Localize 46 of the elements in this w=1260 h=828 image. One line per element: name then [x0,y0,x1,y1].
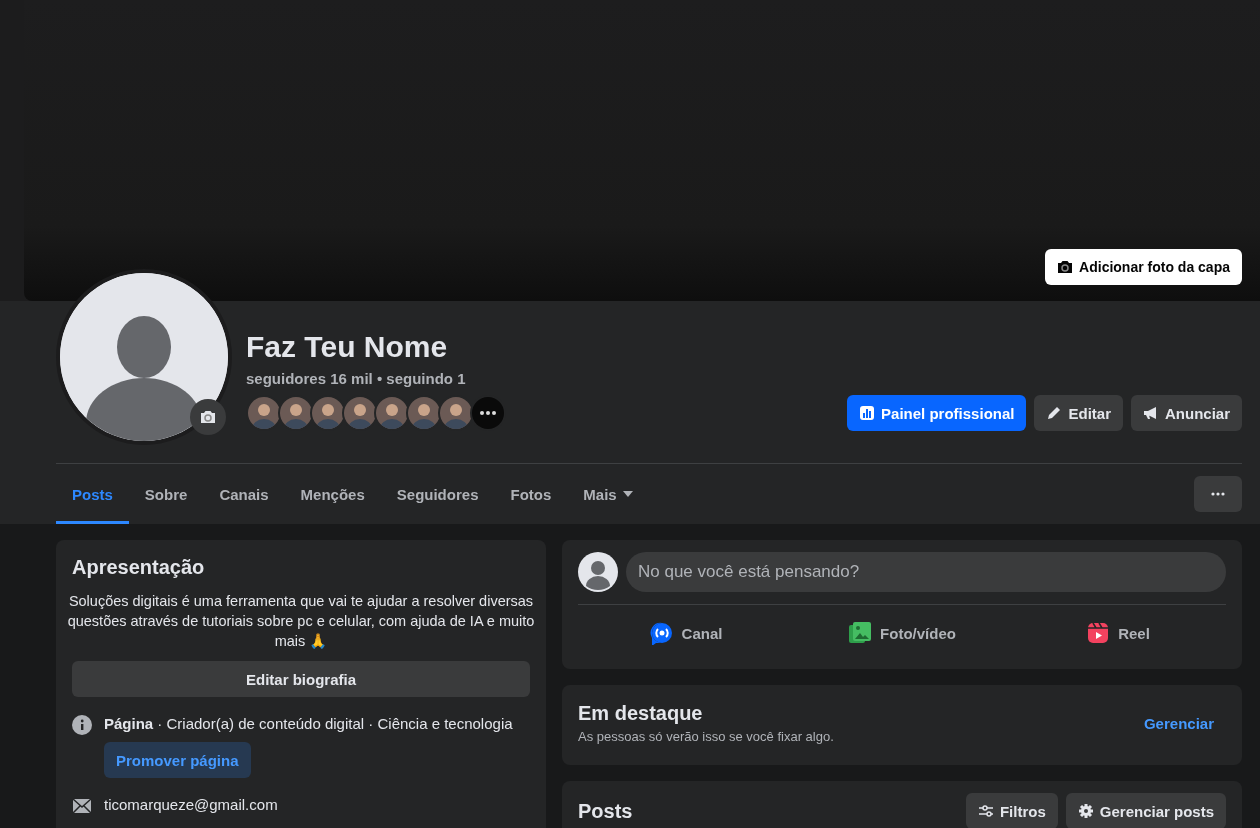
reel-icon [1086,621,1111,645]
featured-title: Em destaque [578,702,704,725]
profile-tab[interactable]: Posts [56,464,129,524]
profile-action-button[interactable]: Editar [1034,395,1123,431]
filter-icon [977,803,994,819]
promote-page-button[interactable]: Promover página [104,742,251,778]
profile-tab[interactable]: Menções [284,464,381,524]
info-icon [72,715,92,735]
posts-tool-button[interactable]: Filtros [965,793,1058,828]
detail-text: Página · Criador(a) de conteúdo digital · Ciência e tecnologia [104,715,513,732]
composer-action-button[interactable]: Foto/vídeo [794,613,1010,653]
profile-action-button[interactable]: Painel profissional [847,395,1027,431]
profile-tab[interactable]: Sobre [128,464,204,524]
profile-tab[interactable]: Seguidores [380,464,495,524]
megaphone-icon [1143,405,1159,421]
bio-text: Soluções digitais é uma ferramenta que vai te ajudar a resolver diversas questões através de tutoriais sobre pc e celular, com ajuda de IA e muito mais 🙏 [66,592,536,651]
user-avatar [578,552,618,592]
posts-title: Posts [578,799,633,823]
camera-icon [1057,259,1074,275]
profile-tab[interactable]: Fotos [494,464,568,524]
follower-stats: seguidores 16 mil • seguindo 1 [246,370,467,387]
profile-name: Faz Teu Nome [246,330,449,364]
pencil-icon [1046,405,1063,421]
caret-icon [622,491,633,497]
profile-action-button[interactable]: Anunciar [1131,395,1242,431]
photo-icon [848,621,873,645]
more-options-button[interactable] [1194,476,1242,512]
post-input-field[interactable]: No que você está pensando? [626,552,1226,592]
gear-icon [1077,803,1094,819]
detail-text: ticomarqueze@gmail.com [104,796,278,813]
live-icon [649,621,674,645]
intro-title: Apresentação [72,556,206,579]
profile-tab[interactable]: Mais [567,464,649,524]
more-icon [1211,492,1225,496]
email-icon [72,796,92,816]
featured-subtitle: As pessoas só verão isso se você fixar algo. [578,729,834,744]
change-photo-button[interactable] [190,399,226,435]
posts-tool-button[interactable]: Gerenciar posts [1065,793,1226,828]
camera-icon [200,409,216,425]
profile-tab[interactable]: Canais [203,464,285,524]
manage-link[interactable]: Gerenciar [1131,706,1226,740]
edit-bio-button[interactable]: Editar biografia [72,661,530,697]
add-cover-photo-button[interactable]: Adicionar foto da capa [1045,249,1242,285]
composer-action-button[interactable]: Canal [578,613,794,653]
composer-action-button[interactable]: Reel [1010,613,1226,653]
chart-icon [859,405,876,421]
